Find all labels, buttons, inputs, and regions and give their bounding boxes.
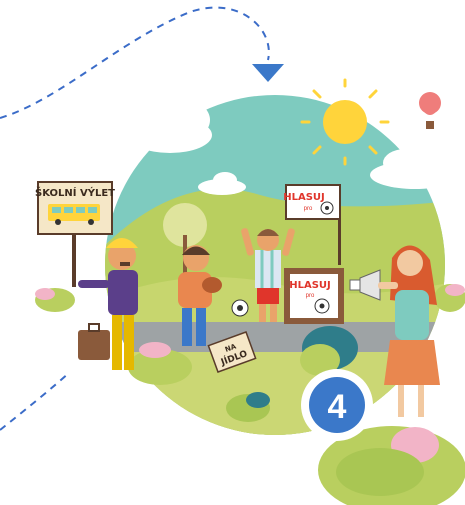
vote-banner-stand-sub: pro [306,293,315,299]
dashed-path-bottom [0,371,71,431]
bush-icon [35,288,75,312]
arrow-down-icon [252,64,284,82]
step-badge: 4 [301,369,373,441]
school-trip-sign-text: ŠKOLNÍ VÝLET [35,186,115,199]
vote-banner-top-sub: pro [304,206,313,212]
vote-stand: HLASUJ pro [284,268,344,324]
suitcase-icon [78,323,110,360]
vote-banner-top-text: HLASUJ [283,192,325,203]
cloud-icon [128,100,212,153]
step-number: 4 [328,388,347,426]
illustration-scene: ŠKOLNÍ VÝLET HLASUJ pro HLASUJ pro NA JÍ… [0,6,465,505]
hot-air-balloon-icon [419,92,441,129]
bush-icon [434,284,465,312]
dashed-path-top [0,6,270,119]
soccer-ball-icon [231,299,249,317]
school-trip-sign: ŠKOLNÍ VÝLET [35,181,115,287]
vote-banner-stand-text: HLASUJ [289,280,331,291]
